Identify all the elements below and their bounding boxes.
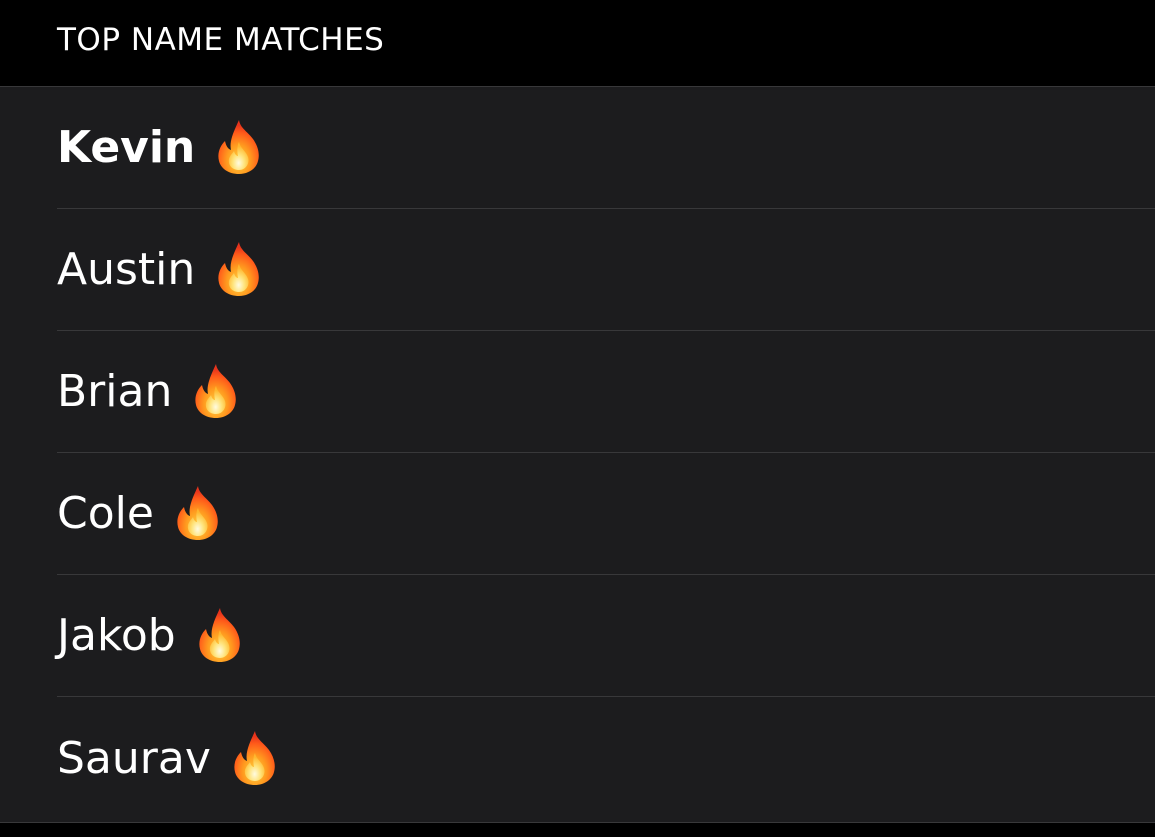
list-item-brian[interactable]: Brian bbox=[57, 331, 1155, 453]
fire-icon bbox=[231, 729, 279, 787]
fire-icon bbox=[215, 240, 263, 298]
match-name: Cole bbox=[57, 488, 154, 539]
match-name: Jakob bbox=[57, 610, 176, 661]
list-item-saurav[interactable]: Saurav bbox=[57, 697, 1155, 820]
match-name: Kevin bbox=[57, 122, 196, 173]
matches-list: Kevin Austin Brian Cole Jakob Saurav bbox=[0, 87, 1155, 822]
list-bottom-divider bbox=[0, 822, 1155, 837]
fire-icon bbox=[215, 118, 263, 176]
list-item-kevin[interactable]: Kevin bbox=[57, 87, 1155, 209]
section-title: TOP NAME MATCHES bbox=[57, 22, 385, 58]
match-name: Saurav bbox=[57, 733, 211, 784]
fire-icon bbox=[192, 362, 240, 420]
match-name: Austin bbox=[57, 244, 196, 295]
list-item-jakob[interactable]: Jakob bbox=[57, 575, 1155, 697]
list-item-austin[interactable]: Austin bbox=[57, 209, 1155, 331]
section-header: TOP NAME MATCHES bbox=[0, 0, 1155, 87]
fire-icon bbox=[174, 484, 222, 542]
fire-icon bbox=[196, 606, 244, 664]
list-item-cole[interactable]: Cole bbox=[57, 453, 1155, 575]
match-name: Brian bbox=[57, 366, 173, 417]
